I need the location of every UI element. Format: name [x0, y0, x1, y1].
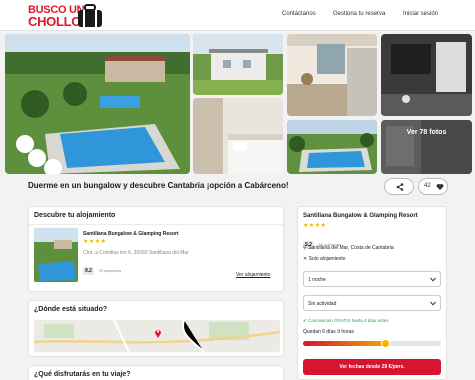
photo-bedroom[interactable] [193, 98, 283, 174]
accommodation-thumbnail-image [34, 228, 78, 282]
pool-aerial-image [287, 120, 377, 174]
location-card: ¿Dónde está situado? [28, 300, 284, 357]
accommodation-address: Ctra. a Comillas km 6, 39330 Santillana … [83, 250, 189, 256]
nav-manage-booking-link[interactable]: Gestiona tu reserva [333, 11, 385, 17]
share-button[interactable] [384, 178, 414, 195]
countdown-text: Quedan 6 días 9 horas [303, 329, 354, 335]
main-photo-pool[interactable] [5, 34, 190, 174]
logo-line-2: CHOLLO [28, 14, 82, 29]
activity-select[interactable]: Sin actividad [303, 295, 441, 311]
see-dates-button[interactable]: Ver fechas desde 29 €/pers. [303, 359, 441, 375]
see-all-photos-label: Ver 78 fotos [406, 129, 447, 136]
accommodation-card: Descubre tu alojamiento Santillana Bunga… [28, 206, 284, 292]
accommodation-hotel-name: Santillana Bungalow & Glamping Resort [83, 231, 179, 237]
view-accommodation-link[interactable]: Ver alojamiento [236, 272, 270, 278]
star-icon: ★ [320, 223, 327, 229]
interior-image [381, 34, 472, 116]
bedroom-image [193, 98, 283, 174]
favorite-button[interactable]: 42 [418, 178, 448, 195]
enjoy-card: ¿Qué disfrutarás en tu viaje? [28, 365, 284, 380]
kitchen-image [287, 34, 377, 116]
photo-interior[interactable] [381, 34, 472, 116]
accommodation-thumbnail[interactable] [34, 228, 78, 282]
location-map[interactable] [34, 320, 280, 352]
nights-select[interactable]: 1 noche [303, 271, 441, 287]
nav-contact-link[interactable]: Contáctanos [282, 11, 316, 17]
check-circle-icon: ✔ [303, 318, 307, 323]
accommodation-stars: ★★★★ [83, 238, 107, 245]
booking-stars: ★★★★ [303, 222, 327, 229]
site-header: BUSCO UN CHOLLO Contáctanos Gestiona tu … [0, 0, 475, 31]
booking-board: Solo alojamiento [308, 256, 346, 262]
accommodation-reviews: 70 opiniones [98, 268, 122, 273]
see-dates-label: Ver fechas desde 29 €/pers. [339, 364, 405, 370]
photo-kitchen[interactable] [287, 34, 377, 116]
cutlery-icon: ✕ [303, 256, 308, 262]
accommodation-heading: Descubre tu alojamiento [34, 212, 116, 219]
chevron-down-icon [430, 277, 436, 282]
location-heading: ¿Dónde está situado? [34, 306, 108, 313]
accommodation-rating: 9.2 70 opiniones [83, 259, 121, 277]
nights-select-value: 1 noche [308, 277, 326, 283]
nav-login-link[interactable]: Iniciar sesión [403, 11, 438, 17]
chevron-down-icon [430, 301, 436, 306]
bungalow-exterior-image [193, 34, 283, 95]
location-pin-icon: ⚲ [303, 245, 307, 251]
activity-select-value: Sin actividad [308, 301, 337, 307]
booking-hotel-name: Santillana Bungalow & Glamping Resort [303, 213, 418, 219]
divider [29, 224, 283, 225]
see-all-photos-button[interactable]: Ver 78 fotos [381, 120, 472, 174]
countdown-bar-fill [303, 341, 386, 346]
photo-pool-aerial[interactable] [287, 120, 377, 174]
heart-icon [436, 184, 444, 190]
suitcase-icon [78, 4, 102, 27]
photo-bungalow-exterior[interactable] [193, 34, 283, 95]
star-icon: ★ [100, 239, 107, 245]
booking-board-row: ✕ Solo alojamiento [303, 256, 346, 262]
enjoy-heading: ¿Qué disfrutarás en tu viaje? [34, 371, 131, 378]
resort-pool-image [5, 34, 190, 174]
countdown-bar [303, 339, 441, 348]
offer-title: Duerme en un bungalow y descubre Cantabr… [28, 181, 289, 190]
share-icon [396, 183, 404, 191]
map-pin-icon [155, 330, 161, 338]
accommodation-score: 9.2 [83, 267, 94, 275]
cancellation-row: ✔ Cancelación GRATIS hasta 4 días antes [303, 318, 389, 324]
booking-location: Santillana del Mar, Costa de Cantabria [308, 245, 394, 251]
booking-location-row: ⚲ Santillana del Mar, Costa de Cantabria [303, 245, 394, 251]
cancellation-text: Cancelación GRATIS hasta 4 días antes [308, 318, 389, 323]
site-logo[interactable]: BUSCO UN CHOLLO [28, 4, 104, 30]
favorite-count: 42 [424, 183, 431, 189]
